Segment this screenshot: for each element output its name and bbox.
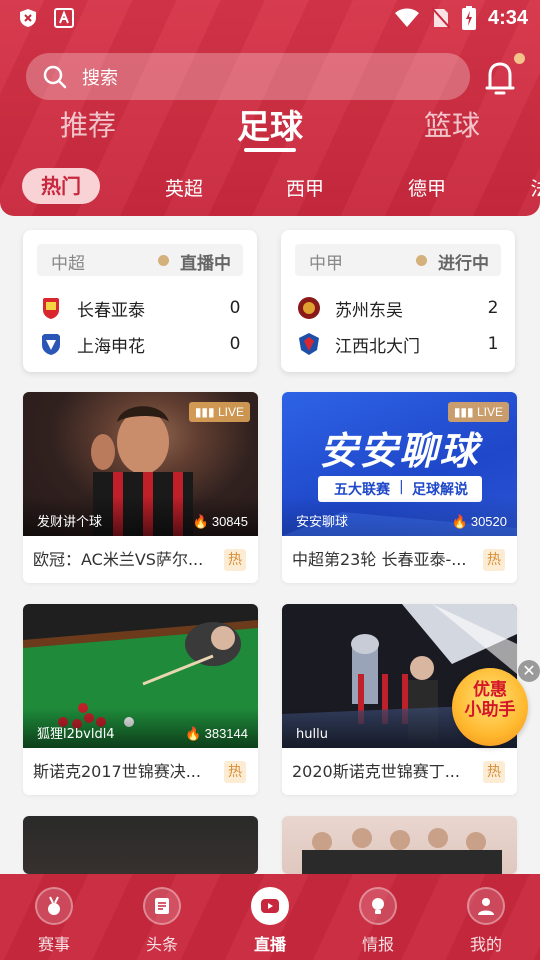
status-dot (416, 255, 427, 266)
video-author: hullu (296, 727, 328, 742)
clock-time: 4:34 (487, 6, 528, 29)
tab-recommend[interactable]: 推荐 (60, 104, 116, 144)
search-bar[interactable]: 搜索 (26, 53, 470, 100)
promo-line-2: 小助手 (464, 700, 516, 720)
bulb-icon (372, 898, 384, 914)
close-icon[interactable]: ✕ (518, 660, 540, 682)
match-card[interactable]: 中超 直播中 长春亚泰 0 上海申花 0 (23, 230, 257, 372)
team-score: 0 (229, 298, 241, 318)
search-icon (43, 65, 67, 88)
view-count: 🔥 30520 (451, 514, 507, 529)
search-placeholder: 搜索 (82, 67, 118, 89)
video-thumbnail (23, 816, 258, 874)
tab-label: 情报 (361, 935, 394, 954)
video-title: 欧冠：AC米兰VS萨尔... (33, 550, 204, 569)
video-card[interactable]: 安安聊球 五大联赛 | 足球解说 ▮▮▮ LIVE 安安聊球 🔥 30520 中超… (282, 392, 517, 583)
banner-divider: | (399, 479, 404, 495)
sub-tabs: 热门 英超 西甲 德甲 法 (0, 168, 540, 206)
video-author: 发财讲个球 (37, 515, 103, 530)
battery-icon (461, 6, 476, 30)
live-badge: ▮▮▮ LIVE (188, 402, 250, 422)
team-score: 1 (487, 334, 499, 354)
view-count: 🔥 30845 (192, 514, 248, 529)
flame-icon: 🔥 (451, 514, 468, 529)
subtab-ligue1[interactable]: 法 (530, 174, 540, 201)
tab-football[interactable]: 足球 (237, 100, 303, 148)
bell-icon[interactable] (484, 58, 516, 98)
team-logo-icon (43, 298, 59, 319)
hot-tag: 热 (483, 761, 505, 783)
video-title: 斯诺克2017世锦赛决... (33, 762, 201, 781)
video-title: 2020斯诺克世锦赛丁... (292, 762, 460, 781)
video-thumbnail: ▮▮▮ LIVE 发财讲个球 🔥 30845 (23, 392, 258, 536)
news-icon (155, 898, 169, 914)
subtab-bundesliga[interactable]: 德甲 (408, 174, 446, 201)
team-logo-icon (298, 297, 320, 319)
tab-live[interactable]: 直播 (216, 874, 324, 960)
match-status: 直播中 (180, 254, 231, 274)
team-name: 苏州东吴 (335, 300, 403, 321)
wifi-icon (394, 8, 419, 27)
flame-icon: 🔥 (185, 726, 202, 741)
hot-tag: 热 (224, 761, 246, 783)
live-badge: ▮▮▮ LIVE (447, 402, 509, 422)
team-score: 2 (487, 298, 499, 318)
subtab-hot[interactable]: 热门 (22, 168, 100, 204)
top-tabs: 推荐 足球 篮球 (0, 104, 540, 154)
notification-dot (514, 53, 525, 64)
tab-basketball[interactable]: 篮球 (424, 104, 480, 144)
active-tab-indicator (244, 148, 296, 152)
no-sim-icon (431, 7, 450, 29)
user-icon (478, 898, 494, 915)
medal-icon (48, 896, 60, 915)
hot-tag: 热 (224, 549, 246, 571)
video-card[interactable]: ▮▮▮ LIVE 发财讲个球 🔥 30845 欧冠：AC米兰VS萨尔... 热 (23, 392, 258, 583)
video-thumbnail: 狐狸l2bvldl4 🔥 383144 (23, 604, 258, 748)
tab-headlines[interactable]: 头条 (108, 874, 216, 960)
team-logo-icon (42, 334, 60, 355)
status-bar: 4:34 (0, 0, 540, 36)
tab-label: 直播 (253, 935, 286, 954)
tab-label: 头条 (145, 935, 178, 954)
match-league: 中甲 (309, 254, 343, 274)
subtab-la-liga[interactable]: 西甲 (286, 174, 324, 201)
video-title: 中超第23轮 长春亚泰-... (292, 550, 467, 569)
video-thumbnail: 安安聊球 五大联赛 | 足球解说 ▮▮▮ LIVE 安安聊球 🔥 30520 (282, 392, 517, 536)
video-card[interactable]: 狐狸l2bvldl4 🔥 383144 斯诺克2017世锦赛决... 热 (23, 604, 258, 795)
subtab-premier-league[interactable]: 英超 (165, 174, 203, 201)
video-card[interactable] (282, 816, 517, 874)
match-card[interactable]: 中甲 进行中 苏州东吴 2 江西北大门 1 (281, 230, 515, 372)
video-author: 安安聊球 (296, 515, 349, 530)
shield-icon (20, 9, 36, 27)
flame-icon: 🔥 (192, 514, 209, 529)
play-icon (261, 899, 279, 913)
video-author: 狐狸l2bvldl4 (37, 727, 115, 742)
promo-assistant-badge[interactable]: 优惠 小助手 (452, 668, 528, 746)
header: 4:34 搜索 推荐 足球 篮球 热门 英超 西甲 德甲 法 (0, 0, 540, 216)
status-dot (158, 255, 169, 266)
match-status: 进行中 (438, 254, 489, 274)
match-league: 中超 (51, 254, 85, 274)
tab-events[interactable]: 赛事 (0, 874, 108, 960)
banner-title: 安安聊球 (319, 429, 480, 473)
view-count: 🔥 383144 (185, 726, 248, 741)
team-name: 上海申花 (77, 336, 145, 357)
team-name: 长春亚泰 (77, 300, 145, 321)
tab-label: 我的 (469, 935, 502, 954)
tab-label: 赛事 (37, 935, 70, 954)
tab-intel[interactable]: 情报 (324, 874, 432, 960)
a-app-icon (54, 8, 74, 28)
promo-line-1: 优惠 (473, 680, 507, 700)
video-card[interactable] (23, 816, 258, 874)
bottom-tab-bar: 赛事 头条 直播 情报 我的 (0, 874, 540, 960)
team-logo-icon (299, 333, 319, 355)
team-name: 江西北大门 (335, 336, 420, 357)
hot-tag: 热 (483, 549, 505, 571)
team-score: 0 (229, 334, 241, 354)
group-photo (302, 828, 502, 874)
tab-profile[interactable]: 我的 (432, 874, 540, 960)
video-thumbnail (282, 816, 517, 874)
